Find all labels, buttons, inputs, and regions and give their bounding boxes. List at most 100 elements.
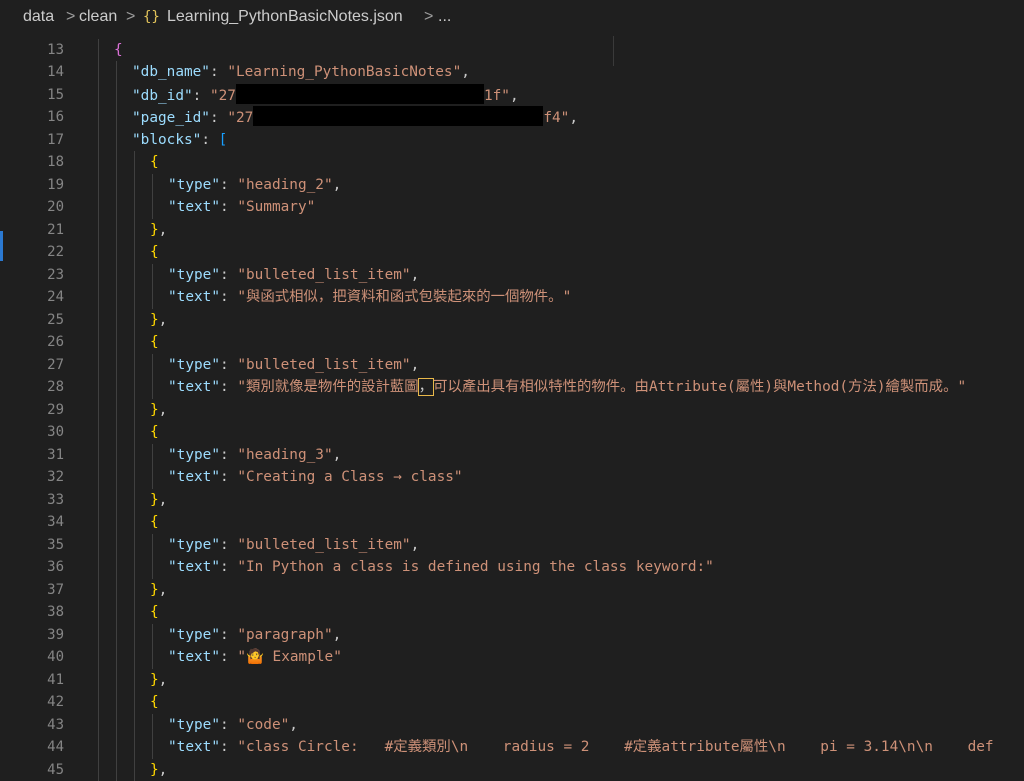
- json-punctuation: :: [219, 266, 238, 283]
- line-number: 33: [47, 491, 64, 508]
- code-line[interactable]: 26 {: [0, 331, 1024, 354]
- json-key: "db_id": [132, 87, 193, 104]
- line-number: 21: [47, 221, 64, 238]
- code-line[interactable]: 24 "text": "與函式相似，把資料和函式包裝起來的一個物件。": [0, 286, 1024, 309]
- code-line[interactable]: 17 "blocks": [: [0, 128, 1024, 151]
- json-punctuation: {: [150, 154, 159, 170]
- code-line[interactable]: 25},: [0, 308, 1024, 331]
- code-line[interactable]: 22 {: [0, 241, 1024, 264]
- json-punctuation: :: [219, 176, 238, 193]
- indent-guide: [116, 353, 117, 376]
- code-line[interactable]: 32 "text": "Creating a Class → class": [0, 466, 1024, 489]
- code-line[interactable]: 27 "type": "bulleted_list_item",: [0, 353, 1024, 376]
- indent-guide: [134, 353, 135, 376]
- code-text: "type": "code",: [168, 714, 298, 737]
- indent-guide: [98, 646, 99, 669]
- json-string: f4": [543, 110, 570, 126]
- code-editor[interactable]: 13 {14 "db_name": "Learning_PythonBasicNot…: [0, 36, 1024, 781]
- indent-guide: [98, 421, 99, 444]
- json-punctuation: :: [219, 626, 238, 643]
- indent-guide: [152, 736, 153, 759]
- code-line[interactable]: 43 "type": "code",: [0, 713, 1024, 737]
- code-text: "type": "heading_2",: [168, 174, 341, 197]
- json-punctuation: ,: [158, 761, 168, 778]
- json-punctuation: }: [150, 401, 159, 418]
- indent-guide: [116, 241, 117, 264]
- code-text: "text": "類別就像是物件的設計藍圖，可以產出具有相似特性的物件。由Att…: [168, 376, 966, 399]
- code-text: },: [150, 669, 167, 692]
- indent-guide: [98, 61, 99, 84]
- code-text: {: [150, 691, 159, 714]
- json-string: "27: [227, 110, 254, 126]
- json-key: "text": [168, 559, 220, 575]
- code-line[interactable]: 36 "text": "In Python a class is defined …: [0, 556, 1024, 579]
- indent-guide: [134, 466, 135, 489]
- code-line[interactable]: 44 "text": "class Circle: #定義類別\n radius …: [0, 736, 1024, 759]
- code-line[interactable]: 15 "db_id": "27 1f",: [0, 83, 1024, 106]
- indent-guide: [116, 533, 117, 556]
- indent-guide: [134, 668, 135, 691]
- indent-guide: [134, 556, 135, 579]
- indent-guide: [98, 466, 99, 489]
- code-line[interactable]: 35 "type": "bulleted_list_item",: [0, 533, 1024, 557]
- json-punctuation: ,: [410, 536, 420, 553]
- indent-guide: [116, 511, 117, 534]
- code-line[interactable]: 29},: [0, 398, 1024, 421]
- code-line[interactable]: 37},: [0, 578, 1024, 601]
- breadcrumb-item-more[interactable]: ...: [438, 8, 451, 26]
- breadcrumb-item-clean[interactable]: clean: [79, 8, 117, 26]
- code-line[interactable]: 38 {: [0, 601, 1024, 624]
- indent-guide: [98, 556, 99, 579]
- line-number: 27: [47, 356, 64, 373]
- code-line[interactable]: 41},: [0, 668, 1024, 692]
- json-string: "heading_2": [237, 176, 333, 193]
- indent-guide: [116, 623, 117, 646]
- code-line[interactable]: 30 {: [0, 421, 1024, 444]
- code-line[interactable]: 23 "type": "bulleted_list_item",: [0, 263, 1024, 286]
- code-line[interactable]: 16 "page_id": "27 f4",: [0, 106, 1024, 129]
- code-line[interactable]: 21},: [0, 218, 1024, 241]
- code-line[interactable]: 19 "type": "heading_2",: [0, 173, 1024, 197]
- indent-guide: [116, 691, 117, 714]
- code-line[interactable]: 33},: [0, 488, 1024, 511]
- indent-guide: [98, 758, 99, 781]
- indent-guide: [116, 443, 117, 466]
- indent-guide: [116, 466, 117, 489]
- indent-guide: [98, 308, 99, 331]
- code-line[interactable]: 28 "text": "類別就像是物件的設計藍圖，可以產出具有相似特性的物件。由A…: [0, 376, 1024, 399]
- line-number: 23: [47, 266, 64, 283]
- indent-guide: [134, 713, 135, 736]
- code-line[interactable]: 13 {: [0, 38, 1024, 61]
- json-punctuation: :: [219, 356, 238, 373]
- indent-guide: [116, 758, 117, 781]
- code-line[interactable]: 20 "text": "Summary": [0, 196, 1024, 219]
- indent-guide: [98, 578, 99, 601]
- code-line[interactable]: 31 "type": "heading_3",: [0, 443, 1024, 466]
- code-text: {: [150, 331, 159, 354]
- indent-guide: [152, 556, 153, 579]
- indent-guide: [152, 196, 153, 219]
- line-number: 43: [47, 716, 64, 733]
- line-number: 40: [47, 649, 64, 665]
- code-line[interactable]: 45},: [0, 758, 1024, 781]
- breadcrumb-item-data[interactable]: data: [23, 8, 54, 26]
- code-line[interactable]: 34 {: [0, 511, 1024, 534]
- line-number: 24: [47, 289, 64, 305]
- json-key: "type": [168, 176, 220, 193]
- indent-guide: [98, 218, 99, 241]
- code-line[interactable]: 18 {: [0, 151, 1024, 174]
- code-line[interactable]: 40 "text": "🤷 Example": [0, 646, 1024, 669]
- json-punctuation: ,: [289, 716, 298, 733]
- json-punctuation: ,: [158, 401, 168, 418]
- code-line[interactable]: 39 "type": "paragraph",: [0, 623, 1024, 646]
- json-key: "db_name": [132, 64, 210, 80]
- indent-guide: [116, 151, 117, 174]
- line-number: 15: [47, 86, 64, 103]
- breadcrumb-item-file[interactable]: Learning_PythonBasicNotes.json: [167, 8, 403, 26]
- code-line[interactable]: 14 "db_name": "Learning_PythonBasicNotes"…: [0, 61, 1024, 84]
- code-line[interactable]: 42 {: [0, 691, 1024, 714]
- json-string: "27: [209, 87, 236, 104]
- json-string: "heading_3": [237, 446, 333, 463]
- indent-guide: [98, 398, 99, 421]
- code-text: "type": "bulleted_list_item",: [168, 534, 419, 557]
